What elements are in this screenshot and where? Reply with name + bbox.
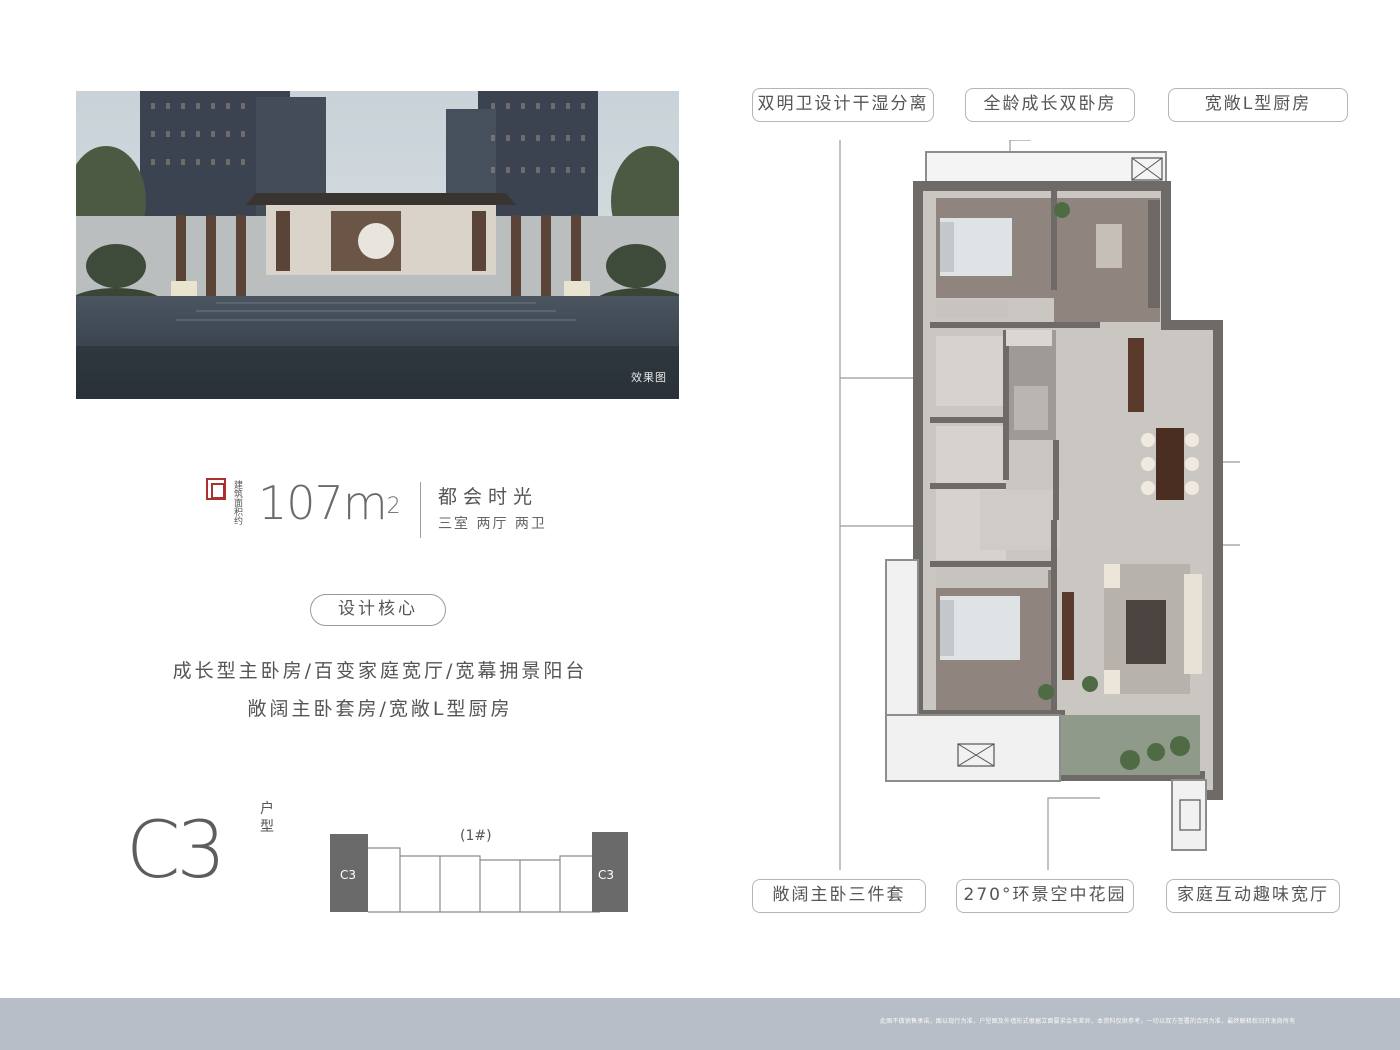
design-core-line: 敞阔主卧套房/宽敞L型厨房: [247, 698, 513, 720]
keyplan-unit-left: C3: [340, 868, 357, 882]
feature-label-bedrooms: 全龄成长双卧房: [965, 88, 1135, 122]
feature-label-living-hall: 家庭互动趣味宽厅: [1166, 879, 1340, 913]
rendering-image: 效果图: [76, 91, 679, 399]
keyplan-unit-right: C3: [598, 868, 615, 882]
project-name: 都会时光: [438, 486, 539, 508]
unit-type-word: 户型: [260, 801, 274, 835]
keyplan-building: (1#): [460, 828, 492, 844]
design-core-line: 成长型主卧房/百变家庭宽厅/宽幕拥景阳台: [172, 660, 588, 682]
area-caption: 建筑面积约: [234, 481, 244, 527]
title-divider: [420, 482, 421, 538]
area-value: 107m2: [258, 476, 401, 530]
building-key-plan: C3 C3 (1#): [330, 822, 630, 922]
feature-label-master-suite: 敞阔主卧三件套: [752, 879, 926, 913]
render-caption: 效果图: [631, 371, 667, 384]
layout-text: 三室 两厅 两卫: [438, 516, 547, 532]
disclaimer: 此图不做销售承诺，图以现行为准，户型图及外墙形式根据立面要求会有差异，本资料仅供…: [880, 1018, 1296, 1025]
feature-label-dual-bathroom: 双明卫设计干湿分离: [752, 88, 934, 122]
design-core-heading: 设计核心: [310, 594, 446, 626]
seal-icon: [206, 478, 226, 500]
floor-plan: [839, 140, 1240, 870]
unit-type-code: C3: [126, 806, 226, 896]
feature-label-kitchen: 宽敞L型厨房: [1168, 88, 1348, 122]
feature-label-sky-garden: 270°环景空中花园: [956, 879, 1134, 913]
